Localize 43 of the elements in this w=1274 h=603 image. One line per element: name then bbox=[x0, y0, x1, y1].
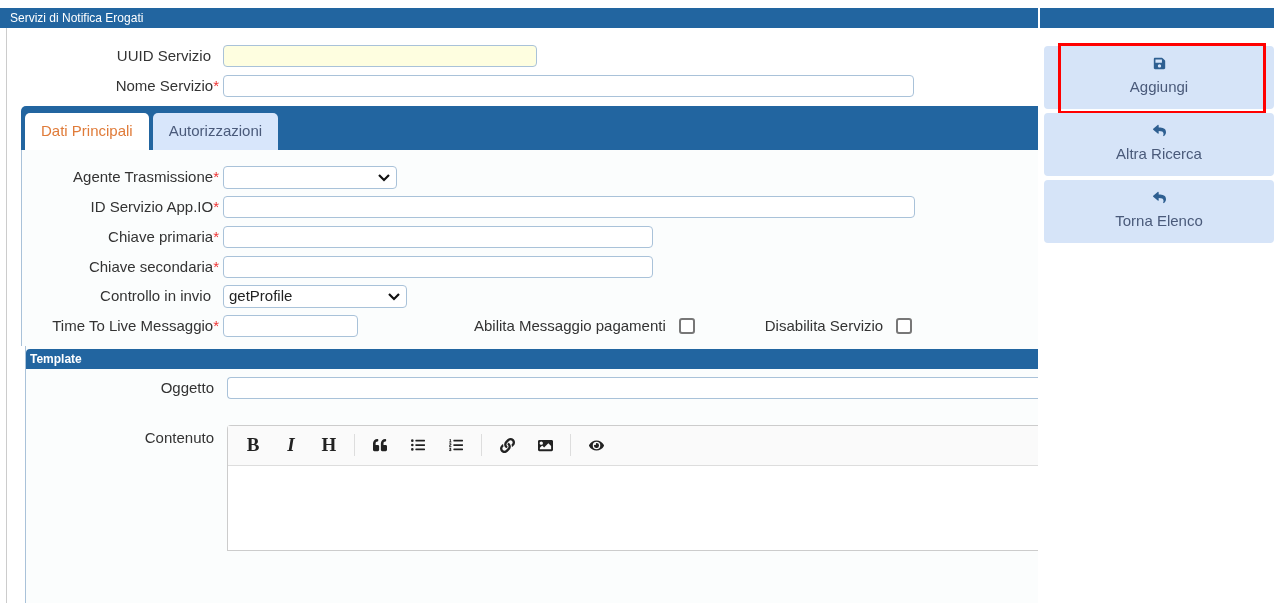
format-button[interactable]: B bbox=[234, 430, 272, 460]
input-field[interactable] bbox=[223, 45, 537, 67]
input-field[interactable] bbox=[223, 75, 914, 97]
required-mark: * bbox=[213, 197, 219, 215]
panel-title-bar: Servizi di Notifica Erogati bbox=[0, 8, 1038, 28]
field-label: UUID Servizio bbox=[116, 46, 211, 64]
reply-arrow-icon bbox=[1152, 123, 1166, 137]
required-mark: * bbox=[213, 316, 219, 334]
field-label: Controllo in invio bbox=[100, 287, 211, 305]
chevron-down-icon bbox=[378, 173, 390, 182]
field-label: Oggetto bbox=[160, 379, 214, 396]
format-button[interactable]: H bbox=[310, 430, 348, 460]
input-field[interactable] bbox=[223, 315, 358, 337]
field-label: Time To Live Messaggio bbox=[52, 316, 214, 334]
section-header: Template bbox=[26, 349, 1038, 369]
field-label: Contenuto bbox=[144, 428, 214, 446]
action-button[interactable]: Altra Ricerca bbox=[1044, 113, 1274, 176]
checkbox[interactable] bbox=[678, 318, 695, 334]
required-mark: * bbox=[213, 227, 219, 245]
reply-arrow-icon bbox=[1152, 190, 1166, 204]
input-field[interactable] bbox=[227, 377, 1038, 400]
checkbox-label: Abilita Messaggio pagamenti bbox=[474, 315, 666, 336]
action-button[interactable]: Aggiungi bbox=[1044, 46, 1274, 109]
required-mark: * bbox=[213, 76, 219, 94]
required-mark: * bbox=[213, 168, 219, 186]
tab[interactable]: Autorizzazioni bbox=[152, 113, 279, 150]
input-field[interactable] bbox=[223, 256, 653, 278]
field-label: Chiave secondaria bbox=[88, 257, 214, 275]
field-label: Agente Trasmissione bbox=[73, 168, 214, 186]
chevron-down-icon bbox=[388, 292, 400, 301]
input-field[interactable] bbox=[223, 196, 915, 218]
field-label: Chiave primaria bbox=[108, 227, 214, 245]
field-label: Nome Servizio bbox=[115, 76, 214, 94]
text-editor[interactable]: B I H bbox=[227, 424, 1038, 551]
required-mark: * bbox=[213, 257, 219, 275]
input-field[interactable] bbox=[223, 226, 653, 248]
dropdown-field[interactable]: getProfile bbox=[223, 285, 407, 308]
format-button[interactable]: I bbox=[272, 430, 310, 460]
field-label: ID Servizio App.IO bbox=[90, 197, 214, 215]
checkbox[interactable] bbox=[896, 318, 913, 334]
dropdown-field[interactable] bbox=[223, 166, 397, 189]
checkbox-label: Disabilita Servizio bbox=[764, 315, 884, 336]
action-button[interactable]: Torna Elenco bbox=[1044, 180, 1274, 243]
